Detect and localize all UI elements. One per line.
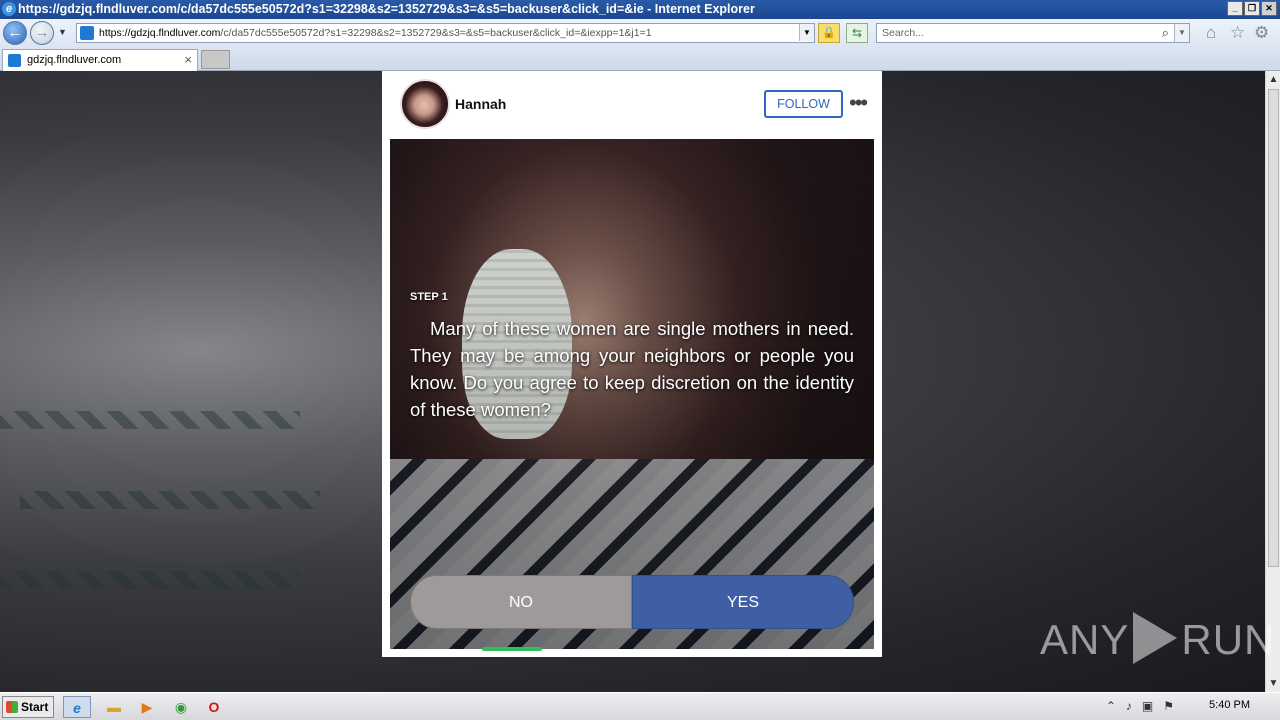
profile-card: Hannah FOLLOW ••• STEP 1 Many of these w… — [382, 71, 882, 657]
start-label: Start — [21, 700, 49, 714]
ie-logo-icon: e — [2, 2, 16, 16]
address-prefix: https://gdzjq. — [99, 27, 159, 39]
scrollbar-thumb[interactable] — [1268, 89, 1279, 567]
watermark-left-text: ANY — [1040, 616, 1130, 663]
yes-button[interactable]: YES — [632, 575, 854, 629]
forward-icon: → — [34, 24, 50, 41]
network-icon[interactable]: ▣ — [1142, 699, 1163, 713]
system-tray[interactable]: ⌃♪▣⚑ — [1106, 699, 1184, 713]
address-path: /c/da57dc555e50572d?s1=32298&s2=1352729&… — [220, 27, 652, 39]
back-button[interactable]: ← — [3, 21, 27, 45]
anyrun-watermark: ANY RUN — [1040, 612, 1275, 664]
navigation-bar: ← → ▼ https://gdzjq.flndluver.com/c/da57… — [0, 19, 1280, 47]
avatar[interactable] — [400, 79, 450, 129]
forward-button[interactable]: → — [30, 21, 54, 45]
tab-close-icon[interactable]: × — [184, 50, 192, 70]
tray-arrow-icon[interactable]: ⌃ — [1106, 699, 1126, 713]
tab-label: gdzjq.flndluver.com — [27, 54, 122, 66]
follow-button[interactable]: FOLLOW — [764, 90, 843, 118]
progress-fill — [482, 647, 542, 651]
username[interactable]: Hannah — [455, 96, 506, 112]
play-icon — [1133, 612, 1178, 664]
start-button[interactable]: Start — [2, 696, 54, 718]
tab-favicon-icon — [8, 54, 21, 67]
home-icon[interactable]: ⌂ — [1206, 24, 1216, 42]
address-bar[interactable]: https://gdzjq.flndluver.com/c/da57dc555e… — [76, 23, 815, 43]
background-pattern — [0, 571, 300, 589]
tab-active[interactable]: gdzjq.flndluver.com × — [2, 49, 198, 71]
window-controls: _ ❐ ✕ — [1227, 1, 1277, 16]
favorites-star-icon[interactable]: ☆ — [1230, 24, 1245, 42]
background-pattern — [0, 411, 300, 429]
media-player-icon[interactable]: ▶ — [133, 696, 161, 718]
scroll-up-icon[interactable]: ▲ — [1266, 71, 1280, 88]
windows-logo-icon — [6, 701, 18, 713]
scroll-down-icon[interactable]: ▼ — [1266, 675, 1280, 692]
search-icon[interactable]: ⌕ — [1162, 24, 1169, 42]
vertical-scrollbar[interactable]: ▲ ▼ — [1265, 71, 1280, 692]
address-dropdown-icon[interactable]: ▼ — [799, 24, 814, 41]
window-title: https://gdzjq.flndluver.com/c/da57dc555e… — [18, 2, 755, 16]
background-pattern — [20, 491, 320, 509]
more-options-icon[interactable]: ••• — [849, 92, 868, 114]
lock-icon[interactable]: 🔒 — [818, 23, 840, 43]
new-tab-button[interactable] — [201, 50, 230, 69]
history-dropdown-icon[interactable]: ▼ — [58, 27, 67, 37]
chrome-icon[interactable]: ◉ — [167, 696, 195, 718]
address-host: flndluver.com — [158, 27, 221, 39]
profile-photo: STEP 1 Many of these women are single mo… — [390, 139, 874, 649]
back-icon: ← — [7, 24, 23, 41]
volume-icon[interactable]: ♪ — [1126, 699, 1142, 713]
search-placeholder: Search... — [882, 27, 925, 39]
file-explorer-icon[interactable]: ▬ — [100, 696, 128, 718]
question-text: Many of these women are single mothers i… — [410, 318, 854, 420]
tab-bar: gdzjq.flndluver.com × — [0, 47, 1280, 71]
refresh-icon[interactable]: ⇆ — [846, 23, 868, 43]
flag-icon[interactable]: ⚑ — [1163, 699, 1184, 713]
restore-button[interactable]: ❐ — [1244, 1, 1260, 16]
close-button[interactable]: ✕ — [1261, 1, 1277, 16]
step-label: STEP 1 — [410, 291, 448, 303]
search-input[interactable]: Search... ⌕ ▼ — [876, 23, 1190, 43]
site-favicon-icon — [80, 26, 94, 40]
opera-icon[interactable]: O — [200, 696, 228, 718]
window-titlebar: e https://gdzjq.flndluver.com/c/da57dc55… — [0, 0, 1280, 19]
clock[interactable]: 5:40 PM — [1209, 699, 1250, 711]
search-dropdown-icon[interactable]: ▼ — [1174, 24, 1189, 42]
no-button[interactable]: NO — [410, 575, 632, 629]
internet-explorer-icon[interactable]: e — [63, 696, 91, 718]
progress-bar — [482, 647, 782, 651]
taskbar: Start e ▬ ▶ ◉ O ⌃♪▣⚑ 5:40 PM — [0, 692, 1280, 720]
watermark-right-text: RUN — [1181, 616, 1276, 663]
minimize-button[interactable]: _ — [1227, 1, 1243, 16]
settings-gear-icon[interactable]: ⚙ — [1254, 24, 1269, 42]
